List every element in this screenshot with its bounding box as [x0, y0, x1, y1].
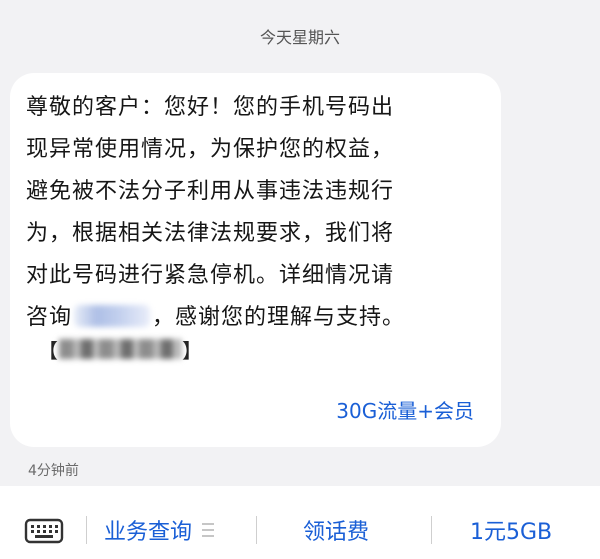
submenu-icon — [202, 523, 215, 537]
message-line: 尊敬的客户：您好！您的手机号码出 — [26, 95, 395, 120]
menu-item-business-query[interactable]: 业务查询 — [104, 512, 215, 548]
message-line: 咨询 ，感谢您的理解与支持。 — [26, 297, 486, 339]
message-line: 对此号码进行紧急停机。详细情况请 — [26, 263, 395, 288]
menu-item-get-credit[interactable]: 领话费 — [303, 512, 369, 548]
message-line: 现异常使用情况，为保护您的权益， — [26, 137, 395, 162]
bottom-menu-bar: 业务查询 领话费 1元5GB — [0, 486, 600, 559]
message-body: 尊敬的客户：您好！您的手机号码出 现异常使用情况，为保护您的权益， 避免被不法分… — [26, 87, 486, 339]
message-timestamp: 4分钟前 — [28, 463, 79, 479]
message-line-prefix: 咨询 — [26, 305, 73, 330]
signature-close-bracket: 】 — [182, 338, 202, 363]
redacted-phone-number — [74, 305, 151, 327]
menu-item-data-package[interactable]: 1元5GB — [470, 512, 552, 548]
sender-signature: 【 】 — [38, 336, 202, 363]
message-line-suffix: ，感谢您的理解与支持。 — [152, 305, 406, 330]
keyboard-toggle-button[interactable] — [22, 514, 66, 546]
menu-item-label: 1元5GB — [470, 520, 553, 545]
redacted-signature — [59, 339, 181, 359]
menu-item-label: 业务查询 — [104, 520, 193, 545]
date-separator: 今天星期六 — [259, 28, 340, 47]
menu-divider — [86, 516, 87, 544]
menu-divider — [256, 516, 257, 544]
message-bubble: 尊敬的客户：您好！您的手机号码出 现异常使用情况，为保护您的权益， 避免被不法分… — [10, 73, 501, 447]
message-line: 为，根据相关法律法规要求，我们将 — [26, 221, 395, 246]
menu-item-label: 领话费 — [303, 520, 370, 545]
keyboard-icon — [24, 518, 64, 544]
signature-open-bracket: 【 — [38, 338, 58, 363]
message-line: 避免被不法分子利用从事违法违规行 — [26, 179, 395, 204]
promo-link[interactable]: 30G流量+会员 — [336, 395, 474, 424]
menu-divider — [431, 516, 432, 544]
